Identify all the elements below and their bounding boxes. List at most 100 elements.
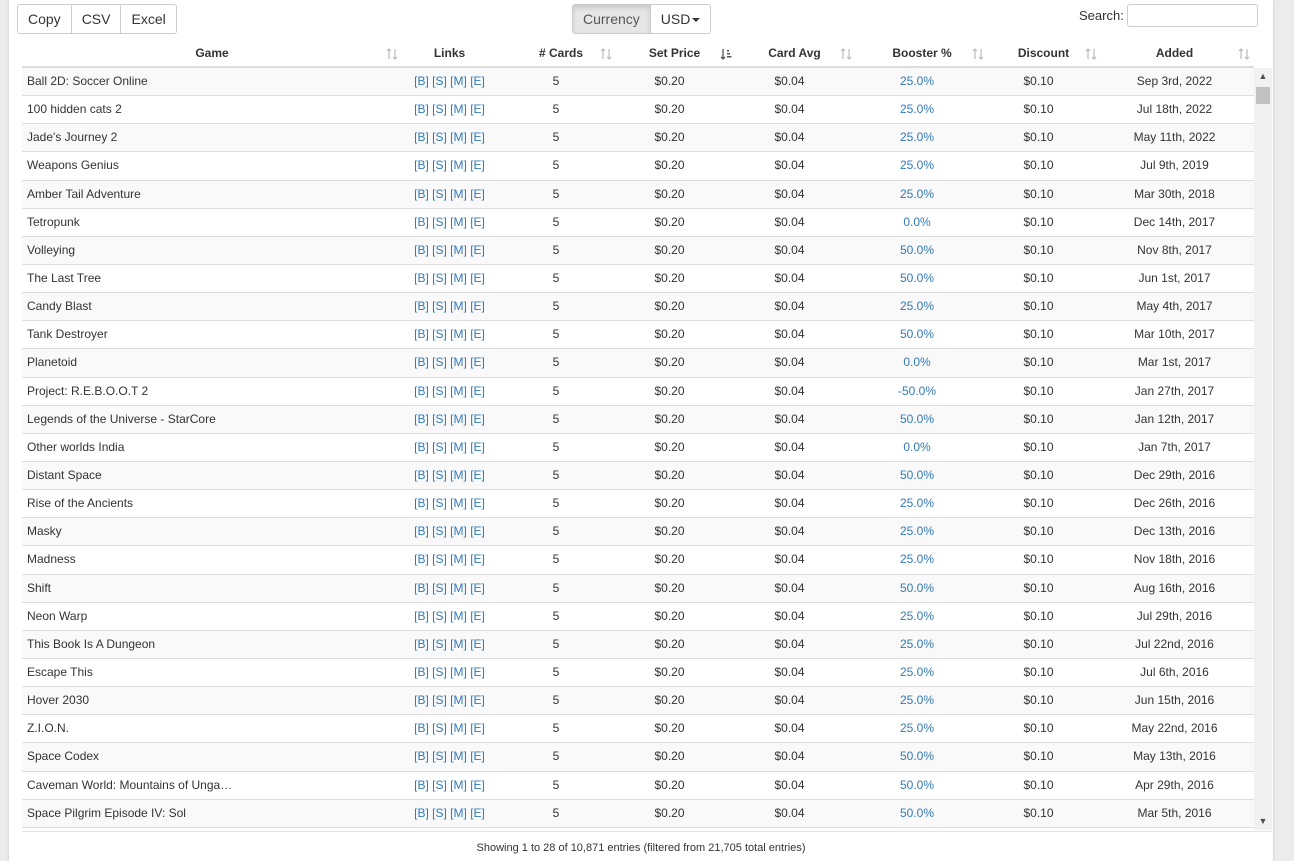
exchange-link[interactable]: [E] (470, 665, 485, 679)
exchange-link[interactable]: [E] (470, 721, 485, 735)
badge-link[interactable]: [B] (414, 243, 429, 257)
badge-link[interactable]: [B] (414, 693, 429, 707)
store-link[interactable]: [S] (432, 721, 447, 735)
badge-link[interactable]: [B] (414, 74, 429, 88)
store-link[interactable]: [S] (432, 130, 447, 144)
badge-link[interactable]: [B] (414, 552, 429, 566)
store-link[interactable]: [S] (432, 412, 447, 426)
exchange-link[interactable]: [E] (470, 468, 485, 482)
market-link[interactable]: [M] (450, 468, 467, 482)
market-link[interactable]: [M] (450, 552, 467, 566)
csv-button[interactable]: CSV (71, 4, 122, 34)
exchange-link[interactable]: [E] (470, 693, 485, 707)
badge-link[interactable]: [B] (414, 102, 429, 116)
badge-link[interactable]: [B] (414, 299, 429, 313)
store-link[interactable]: [S] (432, 749, 447, 763)
store-link[interactable]: [S] (432, 778, 447, 792)
market-link[interactable]: [M] (450, 243, 467, 257)
badge-link[interactable]: [B] (414, 468, 429, 482)
search-input[interactable] (1127, 4, 1258, 27)
store-link[interactable]: [S] (432, 384, 447, 398)
market-link[interactable]: [M] (450, 609, 467, 623)
market-link[interactable]: [M] (450, 102, 467, 116)
exchange-link[interactable]: [E] (470, 102, 485, 116)
market-link[interactable]: [M] (450, 440, 467, 454)
column-header-booster[interactable]: Booster % (852, 40, 992, 66)
badge-link[interactable]: [B] (414, 355, 429, 369)
store-link[interactable]: [S] (432, 524, 447, 538)
store-link[interactable]: [S] (432, 243, 447, 257)
store-link[interactable]: [S] (432, 581, 447, 595)
exchange-link[interactable]: [E] (470, 243, 485, 257)
market-link[interactable]: [M] (450, 581, 467, 595)
store-link[interactable]: [S] (432, 637, 447, 651)
store-link[interactable]: [S] (432, 665, 447, 679)
column-header-card-avg[interactable]: Card Avg (737, 40, 852, 66)
store-link[interactable]: [S] (432, 806, 447, 820)
store-link[interactable]: [S] (432, 187, 447, 201)
badge-link[interactable]: [B] (414, 581, 429, 595)
exchange-link[interactable]: [E] (470, 355, 485, 369)
copy-button[interactable]: Copy (17, 4, 72, 34)
exchange-link[interactable]: [E] (470, 215, 485, 229)
exchange-link[interactable]: [E] (470, 187, 485, 201)
exchange-link[interactable]: [E] (470, 412, 485, 426)
market-link[interactable]: [M] (450, 496, 467, 510)
badge-link[interactable]: [B] (414, 524, 429, 538)
currency-dropdown[interactable]: USD (650, 4, 712, 34)
market-link[interactable]: [M] (450, 778, 467, 792)
badge-link[interactable]: [B] (414, 806, 429, 820)
badge-link[interactable]: [B] (414, 609, 429, 623)
market-link[interactable]: [M] (450, 665, 467, 679)
badge-link[interactable]: [B] (414, 496, 429, 510)
market-link[interactable]: [M] (450, 158, 467, 172)
store-link[interactable]: [S] (432, 215, 447, 229)
market-link[interactable]: [M] (450, 271, 467, 285)
table-body-scroll[interactable]: Ball 2D: Soccer Online [B] [S] [M] [E] 5 $0… (22, 68, 1272, 830)
exchange-link[interactable]: [E] (470, 806, 485, 820)
store-link[interactable]: [S] (432, 440, 447, 454)
badge-link[interactable]: [B] (414, 158, 429, 172)
column-header-discount[interactable]: Discount (992, 40, 1095, 66)
store-link[interactable]: [S] (432, 609, 447, 623)
exchange-link[interactable]: [E] (470, 299, 485, 313)
column-header-game[interactable]: Game (22, 40, 402, 66)
badge-link[interactable]: [B] (414, 412, 429, 426)
market-link[interactable]: [M] (450, 74, 467, 88)
store-link[interactable]: [S] (432, 74, 447, 88)
store-link[interactable]: [S] (432, 327, 447, 341)
store-link[interactable]: [S] (432, 355, 447, 369)
market-link[interactable]: [M] (450, 721, 467, 735)
scroll-up-icon[interactable]: ▲ (1254, 68, 1272, 85)
exchange-link[interactable]: [E] (470, 609, 485, 623)
badge-link[interactable]: [B] (414, 637, 429, 651)
column-header-cards[interactable]: # Cards (512, 40, 610, 66)
column-header-set-price[interactable]: Set Price (612, 40, 737, 66)
market-link[interactable]: [M] (450, 693, 467, 707)
currency-button[interactable]: Currency (572, 4, 651, 34)
badge-link[interactable]: [B] (414, 778, 429, 792)
badge-link[interactable]: [B] (414, 721, 429, 735)
market-link[interactable]: [M] (450, 130, 467, 144)
store-link[interactable]: [S] (432, 693, 447, 707)
exchange-link[interactable]: [E] (470, 581, 485, 595)
column-header-added[interactable]: Added (1095, 40, 1254, 66)
exchange-link[interactable]: [E] (470, 271, 485, 285)
exchange-link[interactable]: [E] (470, 158, 485, 172)
store-link[interactable]: [S] (432, 102, 447, 116)
badge-link[interactable]: [B] (414, 271, 429, 285)
badge-link[interactable]: [B] (414, 665, 429, 679)
badge-link[interactable]: [B] (414, 130, 429, 144)
exchange-link[interactable]: [E] (470, 496, 485, 510)
market-link[interactable]: [M] (450, 355, 467, 369)
excel-button[interactable]: Excel (121, 4, 177, 34)
exchange-link[interactable]: [E] (470, 74, 485, 88)
scroll-down-icon[interactable]: ▼ (1254, 813, 1272, 830)
badge-link[interactable]: [B] (414, 327, 429, 341)
scrollbar-thumb[interactable] (1256, 87, 1270, 104)
market-link[interactable]: [M] (450, 637, 467, 651)
market-link[interactable]: [M] (450, 524, 467, 538)
market-link[interactable]: [M] (450, 412, 467, 426)
badge-link[interactable]: [B] (414, 440, 429, 454)
store-link[interactable]: [S] (432, 552, 447, 566)
